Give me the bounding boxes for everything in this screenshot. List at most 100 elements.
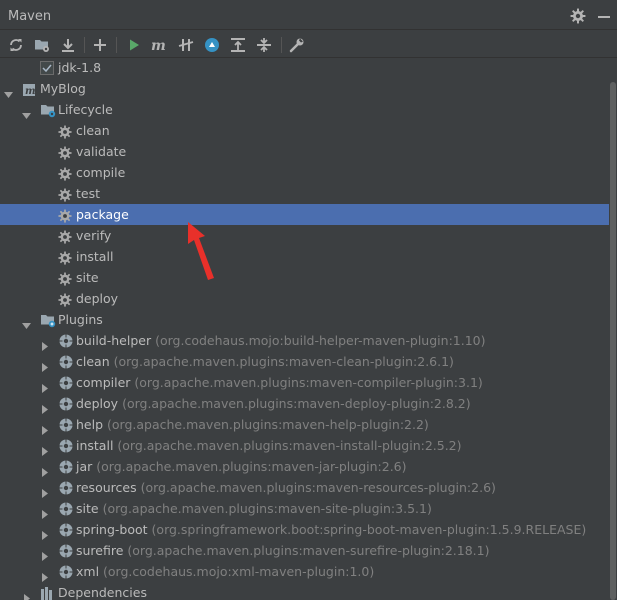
minimize-icon[interactable] bbox=[598, 16, 610, 18]
scrollbar-thumb[interactable] bbox=[610, 82, 616, 600]
chevron-down-icon[interactable] bbox=[4, 84, 13, 98]
plugin-name: help bbox=[76, 417, 104, 432]
plugin-coordinates: (org.apache.maven.plugins:maven-deploy-p… bbox=[122, 396, 471, 411]
skip-tests-icon[interactable] bbox=[177, 36, 195, 54]
chevron-right-icon[interactable] bbox=[40, 357, 49, 372]
tool-window-title: Maven bbox=[8, 9, 52, 24]
plugin-coordinates: (org.apache.maven.plugins:maven-install-… bbox=[117, 438, 462, 453]
plugin-item-xml[interactable]: xml (org.codehaus.mojo:xml-maven-plugin:… bbox=[0, 561, 609, 582]
chevron-right-icon[interactable] bbox=[40, 546, 49, 561]
tree-item-label: deploy bbox=[76, 291, 119, 306]
plugin-icon bbox=[58, 333, 74, 349]
chevron-right-icon[interactable] bbox=[40, 336, 49, 351]
plugin-name: install bbox=[76, 438, 114, 453]
tree-item-lifecycle[interactable]: Lifecycle bbox=[0, 99, 609, 120]
tree-item-label: compile bbox=[76, 165, 126, 180]
maven-project-icon: m bbox=[22, 81, 38, 97]
chevron-right-icon[interactable] bbox=[40, 462, 49, 477]
plugin-coordinates: (org.apache.maven.plugins:maven-compiler… bbox=[134, 375, 483, 390]
plugin-item-jar[interactable]: jar (org.apache.maven.plugins:maven-jar-… bbox=[0, 456, 609, 477]
lifecycle-goal-validate[interactable]: validate bbox=[0, 141, 609, 162]
chevron-right-icon[interactable] bbox=[40, 399, 49, 414]
lifecycle-goal-test[interactable]: test bbox=[0, 183, 609, 204]
lifecycle-goal-install[interactable]: install bbox=[0, 246, 609, 267]
chevron-right-icon[interactable] bbox=[40, 378, 49, 393]
checkbox-icon[interactable] bbox=[40, 60, 56, 76]
lifecycle-goal-package[interactable]: package bbox=[0, 204, 609, 225]
tool-window-header: Maven bbox=[0, 0, 617, 30]
plugin-label: install (org.apache.maven.plugins:maven-… bbox=[76, 435, 462, 456]
vertical-scrollbar[interactable] bbox=[609, 58, 617, 600]
plugin-item-help[interactable]: help (org.apache.maven.plugins:maven-hel… bbox=[0, 414, 609, 435]
add-icon[interactable] bbox=[91, 36, 109, 54]
collapse-all-icon[interactable] bbox=[255, 36, 273, 54]
chevron-right-icon[interactable] bbox=[40, 441, 49, 456]
plugin-item-spring-boot[interactable]: spring-boot (org.springframework.boot:sp… bbox=[0, 519, 609, 540]
chevron-right-icon[interactable] bbox=[40, 525, 49, 540]
gear-icon[interactable] bbox=[570, 8, 586, 24]
tree-item-jdk[interactable]: jdk-1.8 bbox=[0, 58, 609, 78]
plugin-item-compiler[interactable]: compiler (org.apache.maven.plugins:maven… bbox=[0, 372, 609, 393]
plugin-item-install[interactable]: install (org.apache.maven.plugins:maven-… bbox=[0, 435, 609, 456]
plugin-label: deploy (org.apache.maven.plugins:maven-d… bbox=[76, 393, 471, 414]
tree-item-label: site bbox=[76, 270, 99, 285]
plugin-icon bbox=[58, 543, 74, 559]
plugin-coordinates: (org.apache.maven.plugins:maven-help-plu… bbox=[107, 417, 429, 432]
plugin-item-build-helper[interactable]: build-helper (org.codehaus.mojo:build-he… bbox=[0, 330, 609, 351]
download-icon[interactable] bbox=[59, 36, 77, 54]
plugin-icon bbox=[58, 375, 74, 391]
tree-item-project[interactable]: m MyBlog bbox=[0, 78, 609, 99]
gear-icon bbox=[58, 124, 74, 140]
lifecycle-goal-deploy[interactable]: deploy bbox=[0, 288, 609, 309]
plugin-name: spring-boot bbox=[76, 522, 148, 537]
chevron-down-icon[interactable] bbox=[22, 315, 31, 329]
tree-item-dependencies[interactable]: Dependencies bbox=[0, 582, 609, 600]
lifecycle-goal-compile[interactable]: compile bbox=[0, 162, 609, 183]
plugin-item-resources[interactable]: resources (org.apache.maven.plugins:mave… bbox=[0, 477, 609, 498]
chevron-right-icon[interactable] bbox=[40, 504, 49, 519]
chevron-right-icon[interactable] bbox=[22, 588, 31, 600]
plugin-name: clean bbox=[76, 354, 110, 369]
plugin-coordinates: (org.apache.maven.plugins:maven-clean-pl… bbox=[113, 354, 454, 369]
plugin-icon bbox=[58, 480, 74, 496]
plugin-label: compiler (org.apache.maven.plugins:maven… bbox=[76, 372, 483, 393]
plugin-icon bbox=[58, 438, 74, 454]
gear-icon bbox=[58, 145, 74, 161]
chevron-right-icon[interactable] bbox=[40, 567, 49, 582]
lifecycle-goal-site[interactable]: site bbox=[0, 267, 609, 288]
plugin-coordinates: (org.apache.maven.plugins:maven-surefire… bbox=[127, 543, 490, 558]
execute-goal-icon[interactable]: m bbox=[150, 36, 168, 54]
tree-item-label: validate bbox=[76, 144, 127, 159]
show-dependencies-icon[interactable] bbox=[203, 36, 221, 54]
plugin-name: site bbox=[76, 501, 99, 516]
tree-item-plugins[interactable]: Plugins bbox=[0, 309, 609, 330]
plugin-icon bbox=[58, 459, 74, 475]
run-icon[interactable] bbox=[125, 36, 143, 54]
tree-item-label: Lifecycle bbox=[58, 102, 113, 117]
plugin-coordinates: (org.codehaus.mojo:xml-maven-plugin:1.0) bbox=[103, 564, 375, 579]
tree-item-label: test bbox=[76, 186, 101, 201]
chevron-down-icon[interactable] bbox=[22, 105, 31, 119]
plugin-item-deploy[interactable]: deploy (org.apache.maven.plugins:maven-d… bbox=[0, 393, 609, 414]
reimport-icon[interactable] bbox=[7, 36, 25, 54]
plugin-item-surefire[interactable]: surefire (org.apache.maven.plugins:maven… bbox=[0, 540, 609, 561]
plugin-item-clean[interactable]: clean (org.apache.maven.plugins:maven-cl… bbox=[0, 351, 609, 372]
chevron-right-icon[interactable] bbox=[40, 483, 49, 498]
plugin-label: spring-boot (org.springframework.boot:sp… bbox=[76, 519, 586, 540]
lifecycle-goal-verify[interactable]: verify bbox=[0, 225, 609, 246]
plugin-coordinates: (org.apache.maven.plugins:maven-jar-plug… bbox=[96, 459, 407, 474]
plugin-label: xml (org.codehaus.mojo:xml-maven-plugin:… bbox=[76, 561, 374, 582]
plugin-coordinates: (org.springframework.boot:spring-boot-ma… bbox=[151, 522, 587, 537]
lifecycle-goal-clean[interactable]: clean bbox=[0, 120, 609, 141]
plugin-coordinates: (org.apache.maven.plugins:maven-site-plu… bbox=[102, 501, 432, 516]
plugin-label: build-helper (org.codehaus.mojo:build-he… bbox=[76, 330, 485, 351]
generate-sources-icon[interactable] bbox=[33, 36, 51, 54]
plugin-coordinates: (org.codehaus.mojo:build-helper-maven-pl… bbox=[155, 333, 486, 348]
plugin-coordinates: (org.apache.maven.plugins:maven-resource… bbox=[140, 480, 496, 495]
plugin-item-site[interactable]: site (org.apache.maven.plugins:maven-sit… bbox=[0, 498, 609, 519]
settings-wrench-icon[interactable] bbox=[288, 36, 306, 54]
chevron-right-icon[interactable] bbox=[40, 420, 49, 435]
annotation-arrow-icon bbox=[188, 222, 214, 280]
expand-all-icon[interactable] bbox=[229, 36, 247, 54]
plugin-name: deploy bbox=[76, 396, 119, 411]
